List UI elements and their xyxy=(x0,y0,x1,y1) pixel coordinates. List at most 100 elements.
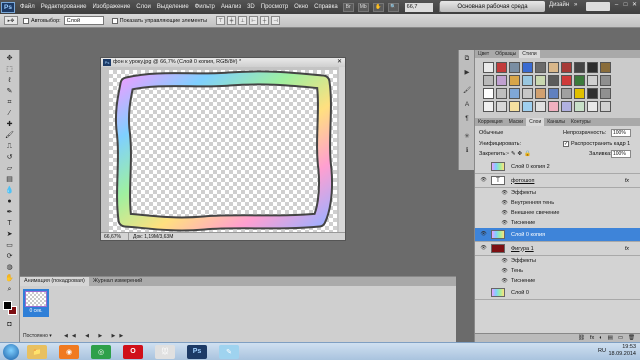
menu-file[interactable]: Файл xyxy=(17,4,38,10)
layer-effect-item[interactable]: 👁 Эффекты xyxy=(475,188,640,198)
effect-visibility-icon[interactable]: 👁 xyxy=(501,278,508,285)
style-swatch[interactable] xyxy=(535,88,546,99)
paragraph-icon[interactable]: ¶ xyxy=(462,114,472,124)
fill-field[interactable]: 100% xyxy=(611,150,631,158)
history-brush-tool-icon[interactable]: ↺ xyxy=(3,153,16,163)
tab-masks[interactable]: Маски xyxy=(506,118,526,126)
style-swatch[interactable] xyxy=(574,62,585,73)
style-swatch[interactable] xyxy=(587,75,598,86)
style-swatch[interactable] xyxy=(509,75,520,86)
lock-icons[interactable]: ▫✎✥🔒 xyxy=(507,151,533,157)
quick-select-tool-icon[interactable]: ✎ xyxy=(3,87,16,97)
layer-effect-item[interactable]: 👁 Тиснение xyxy=(475,276,640,286)
style-swatch[interactable] xyxy=(496,62,507,73)
mouse-utility-icon[interactable]: 🐭 xyxy=(155,344,175,359)
layer-name[interactable]: Слой 0 xyxy=(511,290,529,296)
crop-tool-icon[interactable]: ⌗ xyxy=(3,98,16,108)
firefox-icon[interactable]: ◉ xyxy=(59,344,79,359)
language-indicator[interactable]: RU xyxy=(598,348,606,354)
align-bottom-icon[interactable]: ⊥ xyxy=(238,16,248,25)
layer-row[interactable]: 👁 Слой 0 копия xyxy=(475,228,640,242)
pen-tool-icon[interactable]: ✒ xyxy=(3,208,16,218)
style-swatch[interactable] xyxy=(548,62,559,73)
menu-layers[interactable]: Слои xyxy=(133,4,154,10)
style-swatch[interactable] xyxy=(496,88,507,99)
visibility-icon[interactable]: 👁 xyxy=(480,231,487,238)
shape-tool-icon[interactable]: ▭ xyxy=(3,241,16,251)
style-swatch[interactable] xyxy=(587,88,598,99)
menu-image[interactable]: Изображение xyxy=(89,4,133,10)
close-button[interactable]: ✕ xyxy=(630,1,639,10)
menu-select[interactable]: Выделение xyxy=(154,4,192,10)
new-layer-icon[interactable]: ▭ xyxy=(618,335,623,341)
menu-view[interactable]: Просмотр xyxy=(258,4,291,10)
style-swatch[interactable] xyxy=(574,101,585,112)
navigator-icon[interactable]: ✳ xyxy=(462,132,472,142)
layer-effect-item[interactable]: 👁 Эффекты xyxy=(475,256,640,266)
add-style-icon[interactable]: fx xyxy=(590,335,594,341)
foreground-color-swatch[interactable] xyxy=(3,301,12,310)
document-zoom-field[interactable]: 66,67% xyxy=(101,233,129,240)
menu-filter[interactable]: Фильтр xyxy=(192,4,218,10)
style-swatch[interactable] xyxy=(574,75,585,86)
eraser-tool-icon[interactable]: ▱ xyxy=(3,164,16,174)
icq-icon[interactable]: ◎ xyxy=(91,344,111,359)
style-swatch[interactable] xyxy=(535,101,546,112)
effect-visibility-icon[interactable]: 👁 xyxy=(501,268,508,275)
bridge-icon[interactable]: Br xyxy=(342,2,354,12)
style-swatch[interactable] xyxy=(548,75,559,86)
tab-swatches[interactable]: Образцы xyxy=(492,50,519,58)
style-swatch[interactable] xyxy=(574,88,585,99)
align-right-icon[interactable]: ⊣ xyxy=(271,16,281,25)
minimize-button[interactable]: – xyxy=(612,1,621,10)
loop-select[interactable]: Постоянно ▾ xyxy=(23,333,52,339)
style-swatch[interactable] xyxy=(587,62,598,73)
layer-row[interactable]: 👁 Фигура 1 fx xyxy=(475,242,640,256)
document-close-icon[interactable]: ✕ xyxy=(337,58,342,67)
layer-name[interactable]: фотошоп xyxy=(511,178,534,184)
photoshop-taskbar-icon[interactable]: Ps xyxy=(187,344,207,359)
menu-help[interactable]: Справка xyxy=(311,4,341,10)
healing-tool-icon[interactable]: ✚ xyxy=(3,120,16,130)
playback-controls[interactable]: ◀◀ ◀ ▶ ▶▶ xyxy=(64,333,127,339)
tab-styles[interactable]: Стили xyxy=(519,50,540,58)
animation-frame[interactable]: 0 сек. xyxy=(23,289,49,317)
menu-edit[interactable]: Редактирование xyxy=(38,4,90,10)
move-tool-preset-icon[interactable]: ▸✥ xyxy=(4,16,18,25)
effect-visibility-icon[interactable]: 👁 xyxy=(501,200,508,207)
style-swatch[interactable] xyxy=(509,101,520,112)
tab-measurement-log[interactable]: Журнал измерений xyxy=(89,277,146,286)
opera-icon[interactable]: O xyxy=(123,344,143,359)
blend-mode-select[interactable]: Обычные xyxy=(479,130,503,136)
style-swatch[interactable] xyxy=(548,88,559,99)
hand-tool-icon[interactable]: ✋ xyxy=(3,274,16,284)
style-swatch[interactable] xyxy=(483,62,494,73)
style-swatch[interactable] xyxy=(561,75,572,86)
paint-icon[interactable]: ✎ xyxy=(219,344,239,359)
layer-effects-badge[interactable]: fx xyxy=(625,246,629,252)
effect-visibility-icon[interactable]: 👁 xyxy=(501,258,508,265)
workspace-essentials-button[interactable]: Основная рабочая среда xyxy=(440,1,545,12)
show-controls-checkbox[interactable] xyxy=(111,17,118,24)
clone-stamp-tool-icon[interactable]: ⎍ xyxy=(3,142,16,152)
zoom-tool-icon[interactable]: ⌕ xyxy=(3,285,16,295)
align-vcenter-icon[interactable]: ╪ xyxy=(227,16,237,25)
type-tool-icon[interactable]: T xyxy=(3,219,16,229)
style-swatch[interactable] xyxy=(561,88,572,99)
style-swatch[interactable] xyxy=(561,62,572,73)
add-mask-icon[interactable]: ◐ xyxy=(599,335,602,341)
effect-visibility-icon[interactable]: 👁 xyxy=(501,220,508,227)
layer-effect-item[interactable]: 👁 Внешнее свечение xyxy=(475,208,640,218)
autoselect-checkbox[interactable] xyxy=(23,17,29,24)
style-swatch[interactable] xyxy=(522,101,533,112)
propagate-checkbox[interactable]: ✓ xyxy=(563,141,569,147)
layer-row[interactable]: Слой 0 xyxy=(475,286,640,300)
move-tool-icon[interactable]: ✥ xyxy=(3,54,16,64)
style-swatch[interactable] xyxy=(496,75,507,86)
style-swatch[interactable] xyxy=(509,88,520,99)
zoom-level-field[interactable]: 66,7 xyxy=(404,2,433,12)
menu-3d[interactable]: 3D xyxy=(244,4,258,10)
style-swatch[interactable] xyxy=(522,75,533,86)
layer-row[interactable]: Слой 0 копия 2 xyxy=(475,160,640,174)
character-icon[interactable]: A xyxy=(462,100,472,110)
